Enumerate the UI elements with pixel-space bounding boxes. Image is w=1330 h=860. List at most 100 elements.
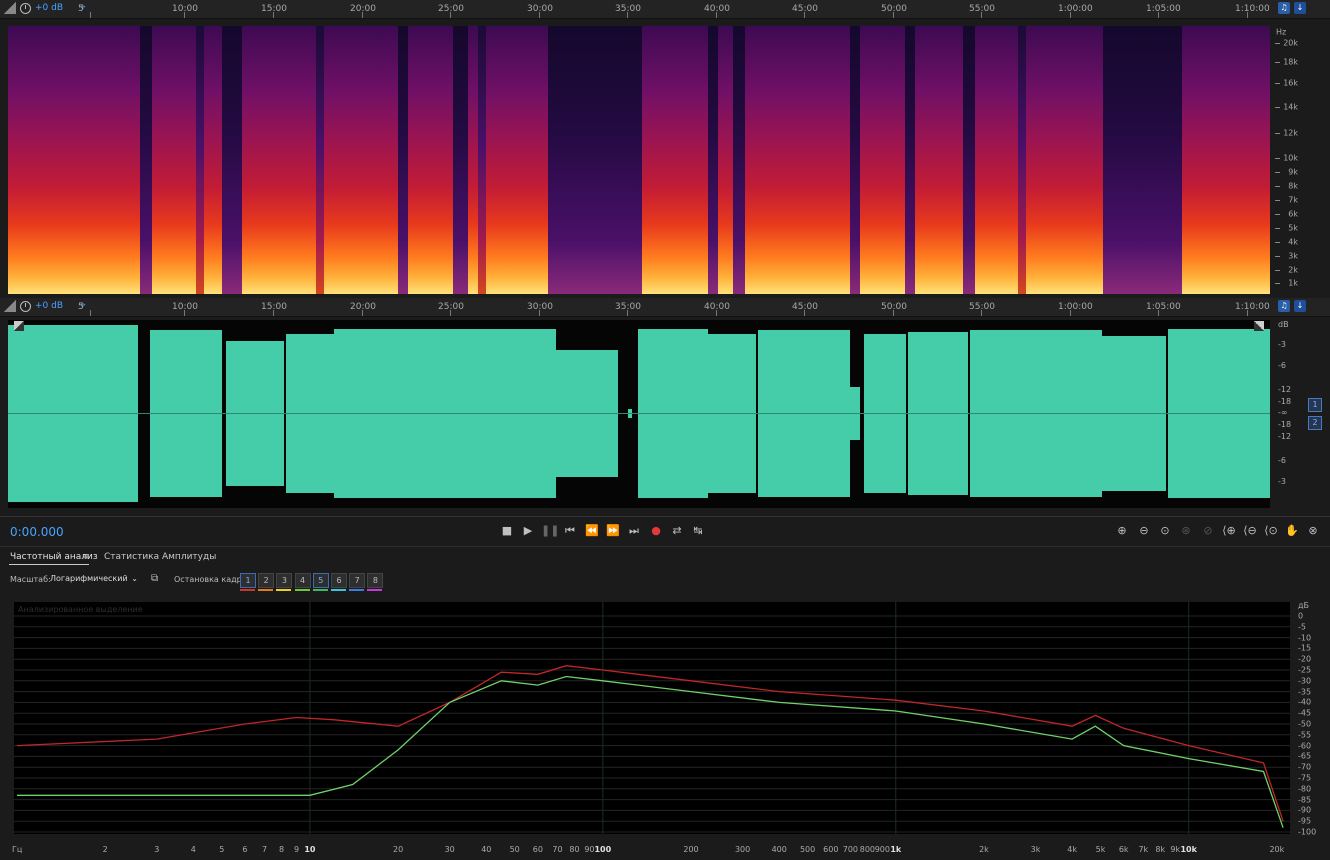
waveform-segment: [406, 414, 556, 498]
ruler-tick-label: 10:00: [172, 4, 198, 14]
go-to-end-button[interactable]: ⏭: [626, 524, 642, 538]
spectral-quiet-region: [1170, 26, 1182, 294]
rewind-button[interactable]: ⏪: [584, 524, 600, 537]
db-label: -75: [1298, 773, 1312, 783]
freeze-frame-color: [331, 589, 346, 591]
panel-menu-icon[interactable]: ≡: [82, 552, 90, 562]
level-control[interactable]: +0 dB: [4, 2, 63, 14]
headphones-icon[interactable]: ♫: [1278, 300, 1290, 312]
play-button[interactable]: ▶: [520, 524, 536, 537]
spectral-quiet-region: [478, 26, 486, 294]
zoom-full-icon[interactable]: ✋: [1283, 524, 1301, 537]
spectrogram-y-tick: [1275, 256, 1280, 257]
freeze-frame-2-button[interactable]: 2: [258, 573, 275, 588]
headphones-icon[interactable]: ♫: [1278, 2, 1290, 14]
waveform-db-label: -6: [1278, 456, 1286, 465]
channel-2-toggle[interactable]: 2: [1308, 416, 1322, 430]
frequency-label: 3: [154, 845, 160, 854]
freeze-frame-color: [294, 589, 310, 591]
spectrogram-y-axis: Hz 20k 18k 16k 14k 12k 10k 9k 8k 7k 6k 5k 4k 3k 2k 1k: [1272, 26, 1330, 294]
spectral-quiet-region: [453, 26, 468, 294]
zoom-out-time-icon[interactable]: ⟨⊖: [1241, 524, 1259, 537]
freeze-frame-3-button[interactable]: 3: [276, 573, 293, 588]
volume-knob-icon[interactable]: [20, 300, 31, 312]
freeze-frame-4-button[interactable]: 4: [294, 573, 311, 588]
volume-knob-icon[interactable]: [20, 2, 31, 14]
spectral-quiet-region: [963, 26, 975, 294]
copy-icon[interactable]: ⧉: [151, 573, 158, 584]
db-label: 0: [1298, 611, 1304, 621]
skip-selection-button[interactable]: ↹: [690, 524, 706, 537]
zoom-reset-icon[interactable]: ⊙: [1156, 524, 1174, 537]
waveform-db-label: -∞: [1278, 408, 1288, 417]
zoom-fit-time-icon[interactable]: ⟨⊙: [1262, 524, 1280, 537]
zoom-in-amplitude-icon[interactable]: ⊕: [1113, 524, 1131, 537]
ruler-tick-label: 20:00: [350, 4, 376, 14]
frequency-label: 60: [532, 845, 543, 854]
tab-amplitude-statistics[interactable]: Статистика Амплитуды: [104, 552, 216, 562]
zoom-out-amplitude-icon[interactable]: ⊖: [1135, 524, 1153, 537]
frequency-curves: [14, 602, 1290, 834]
db-label: -5: [1298, 622, 1306, 632]
waveform-segment: [1168, 414, 1270, 498]
ruler-tick-label: 55:00: [969, 4, 995, 14]
spectrogram-view[interactable]: [8, 26, 1270, 294]
ruler-tick-label: 25:00: [438, 4, 464, 14]
waveform-segment: [150, 330, 222, 413]
waveform-segment: [970, 330, 1102, 413]
marker-icon[interactable]: ↓: [1294, 300, 1306, 312]
spectrogram-y-label: 1k: [1288, 278, 1298, 288]
frequency-plot[interactable]: Анализированное выделение: [14, 602, 1290, 834]
fade-out-handle[interactable]: [1254, 321, 1264, 331]
stop-button[interactable]: ■: [499, 524, 515, 537]
freeze-frame-1-button[interactable]: 1: [240, 573, 256, 588]
zoom-in-selection-icon[interactable]: ⊛: [1177, 524, 1195, 537]
ruler-tick-label: 45:00: [792, 302, 818, 312]
ruler-tick-label: 25:00: [438, 302, 464, 312]
fast-forward-button[interactable]: ⏩: [605, 524, 621, 537]
spectral-time-ruler[interactable]: +0 dB ⌖ ♫ ↓ 5 10:00 15:00 20:00 25:00 30:00 35…: [0, 0, 1330, 19]
loop-playback-button[interactable]: ⇄: [669, 524, 685, 537]
spectral-quiet-region: [1103, 26, 1173, 294]
zoom-in-time-icon[interactable]: ⟨⊕: [1220, 524, 1238, 537]
spectrogram-y-label: 20k: [1283, 38, 1298, 48]
waveform-segment: [758, 414, 850, 497]
waveform-time-ruler[interactable]: +0 dB ⌖ ♫ ↓ 5 10:00 15:00 20:00 25:00 30:00 35…: [0, 298, 1330, 317]
freeze-frame-5-button[interactable]: 5: [312, 573, 329, 588]
waveform-segment: [226, 414, 284, 486]
frequency-label: 300: [734, 845, 751, 854]
ruler-tick-label: 1:05:00: [1146, 4, 1181, 14]
waveform-segment: [758, 330, 850, 413]
waveform-view[interactable]: [8, 320, 1270, 508]
frequency-label: 20: [393, 845, 404, 854]
freeze-frame-6-button[interactable]: 6: [331, 573, 347, 588]
channel-1-toggle[interactable]: 1: [1308, 398, 1322, 412]
spectral-quiet-region: [905, 26, 915, 294]
freeze-frame-7-button[interactable]: 7: [349, 573, 366, 588]
zoom-out-full-icon[interactable]: ⊘: [1199, 524, 1217, 537]
level-control-2[interactable]: +0 dB: [4, 300, 63, 312]
freeze-frame-8-button[interactable]: 8: [367, 573, 384, 588]
scale-dropdown[interactable]: Логарифмический ⌄: [50, 572, 140, 586]
chevron-down-icon: ⌄: [131, 574, 138, 583]
spectral-quiet-region: [708, 26, 718, 294]
spectrogram-y-tick: [1275, 214, 1280, 215]
waveform-segment: [708, 334, 756, 413]
waveform-segment: [554, 350, 618, 413]
frequency-label: 80: [569, 845, 580, 854]
frequency-label: 5: [219, 845, 225, 854]
pause-button[interactable]: ❚❚: [541, 524, 559, 537]
zoom-selection-icon[interactable]: ⊗: [1304, 524, 1322, 537]
ruler-tick-label: 1:00:00: [1058, 4, 1093, 14]
waveform-segment: [638, 414, 708, 498]
record-button[interactable]: ●: [648, 524, 664, 537]
hz-unit-label: Hz: [1276, 27, 1287, 37]
marker-icon[interactable]: ↓: [1294, 2, 1306, 14]
ruler-tick-label: 50:00: [881, 302, 907, 312]
fade-in-handle[interactable]: [14, 321, 24, 331]
db-label: -20: [1298, 654, 1312, 664]
waveform-segment: [8, 414, 138, 502]
level-meter-icon: [4, 2, 16, 14]
go-to-start-button[interactable]: ⏮: [562, 524, 578, 538]
spectrogram-y-label: 7k: [1288, 195, 1298, 205]
